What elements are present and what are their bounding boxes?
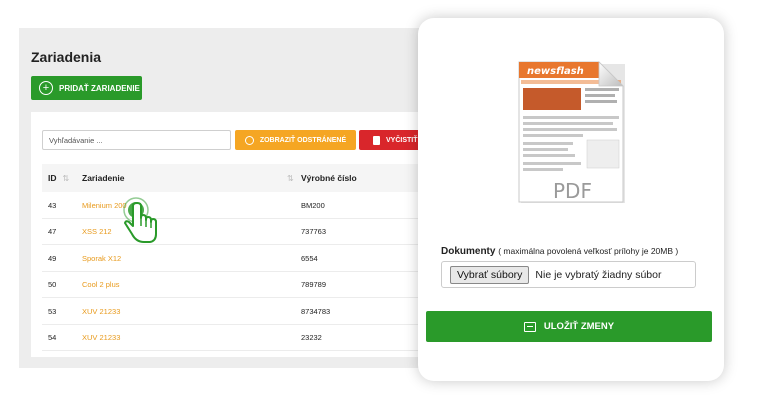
cell-id: 47 — [48, 227, 57, 236]
table-row[interactable]: 43 Milenium 200 BM200 — [42, 192, 431, 219]
cell-serial: 8734783 — [301, 306, 331, 316]
cell-id: 50 — [48, 280, 57, 289]
cell-device-link[interactable]: Sporak X12 — [82, 245, 121, 271]
column-id-label: ID — [48, 173, 57, 183]
table-row[interactable]: 54 XUV 21233 23232 — [42, 325, 431, 351]
app-screen: Zariadenia + PRIDAŤ ZARIADENIE Vyhľadáva… — [0, 0, 770, 400]
documents-hint: ( maximálna povolená veľkosť prílohy je … — [498, 246, 679, 256]
cell-serial: BM200 — [301, 200, 325, 210]
documents-label: Dokumenty ( maximálna povolená veľkosť p… — [441, 246, 678, 257]
preview-banner: newsflash — [527, 66, 584, 77]
table-body: 43 Milenium 200 BM200 47 XSS 212 737763 … — [42, 192, 431, 351]
cell-device-link[interactable]: XUV 21233 — [82, 325, 120, 351]
preview-label: PDF — [553, 179, 592, 203]
table-row[interactable]: 53 XUV 21233 8734783 — [42, 298, 431, 325]
upload-modal: newsflash PDF Dokumenty ( maximálna povo… — [418, 18, 724, 381]
search-input[interactable]: Vyhľadávanie ... — [42, 130, 231, 150]
cell-id: 54 — [48, 333, 57, 342]
pdf-file-icon: newsflash PDF — [518, 61, 625, 203]
save-changes-label: ULOŽIŤ ZMENY — [543, 321, 615, 332]
devices-card: Vyhľadávanie ... ZOBRAZIŤ ODSTRÁNENÉ VYČ… — [31, 112, 431, 357]
page-title: Zariadenia — [31, 49, 102, 65]
choose-files-button[interactable]: Vybrať súbory — [450, 265, 530, 284]
column-serial[interactable]: Výrobné číslo — [301, 164, 357, 192]
cell-device-link[interactable]: XSS 212 — [82, 219, 112, 245]
cell-serial: 789789 — [301, 280, 327, 289]
cell-device-link[interactable]: Cool 2 plus — [82, 272, 120, 298]
documents-title: Dokumenty — [441, 246, 496, 257]
column-serial-label: Výrobné číslo — [301, 173, 357, 183]
table-row[interactable]: 50 Cool 2 plus 789789 — [42, 272, 431, 298]
sort-icon: ⇅ — [62, 173, 70, 183]
sort-icon: ⇅ — [287, 173, 294, 183]
column-device-label: Zariadenie — [82, 173, 125, 183]
cell-serial: 737763 — [301, 227, 327, 236]
table-row[interactable]: 49 Sporak X12 6554 — [42, 245, 431, 272]
add-device-label: PRIDAŤ ZARIADENIE — [59, 83, 140, 93]
save-changes-button[interactable]: ULOŽIŤ ZMENY — [426, 311, 712, 342]
archive-icon — [523, 321, 536, 332]
show-removed-label: ZOBRAZIŤ ODSTRÁNENÉ — [259, 136, 347, 144]
cell-id: 43 — [48, 200, 57, 210]
cell-id: 49 — [48, 253, 57, 263]
plus-circle-icon: + — [39, 81, 53, 95]
cell-device-link[interactable]: XUV 21233 — [82, 298, 120, 324]
cell-id: 53 — [48, 306, 57, 316]
table-header: ID ⇅ Zariadenie ⇅ Výrobné číslo — [42, 164, 431, 192]
column-device-sort[interactable]: ⇅ — [281, 164, 294, 192]
search-placeholder: Vyhľadávanie ... — [49, 135, 103, 145]
cell-serial: 23232 — [301, 333, 322, 342]
no-file-text: Nie je vybratý žiadny súbor — [535, 268, 662, 281]
table-row[interactable]: 47 XSS 212 737763 — [42, 219, 431, 245]
cell-serial: 6554 — [301, 253, 318, 263]
show-removed-button[interactable]: ZOBRAZIŤ ODSTRÁNENÉ — [235, 130, 356, 150]
file-input[interactable]: Vybrať súbory Nie je vybratý žiadny súbo… — [441, 261, 696, 288]
trash-icon — [373, 135, 380, 145]
column-id[interactable]: ID ⇅ — [48, 164, 69, 192]
column-device[interactable]: Zariadenie — [82, 164, 125, 192]
hand-pointer-icon — [123, 197, 157, 243]
clear-label: VYČISTIŤ — [386, 136, 418, 144]
add-device-button[interactable]: + PRIDAŤ ZARIADENIE — [31, 76, 142, 100]
refresh-icon — [244, 135, 254, 145]
